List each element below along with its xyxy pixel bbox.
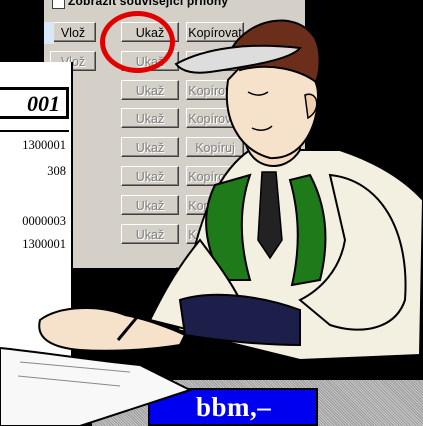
man-writing-clipart-icon: [0, 19, 423, 426]
highlight-circle: [100, 11, 175, 73]
screen: Zobrazit související přílohy Vlož Ukaž K…: [0, 0, 423, 426]
